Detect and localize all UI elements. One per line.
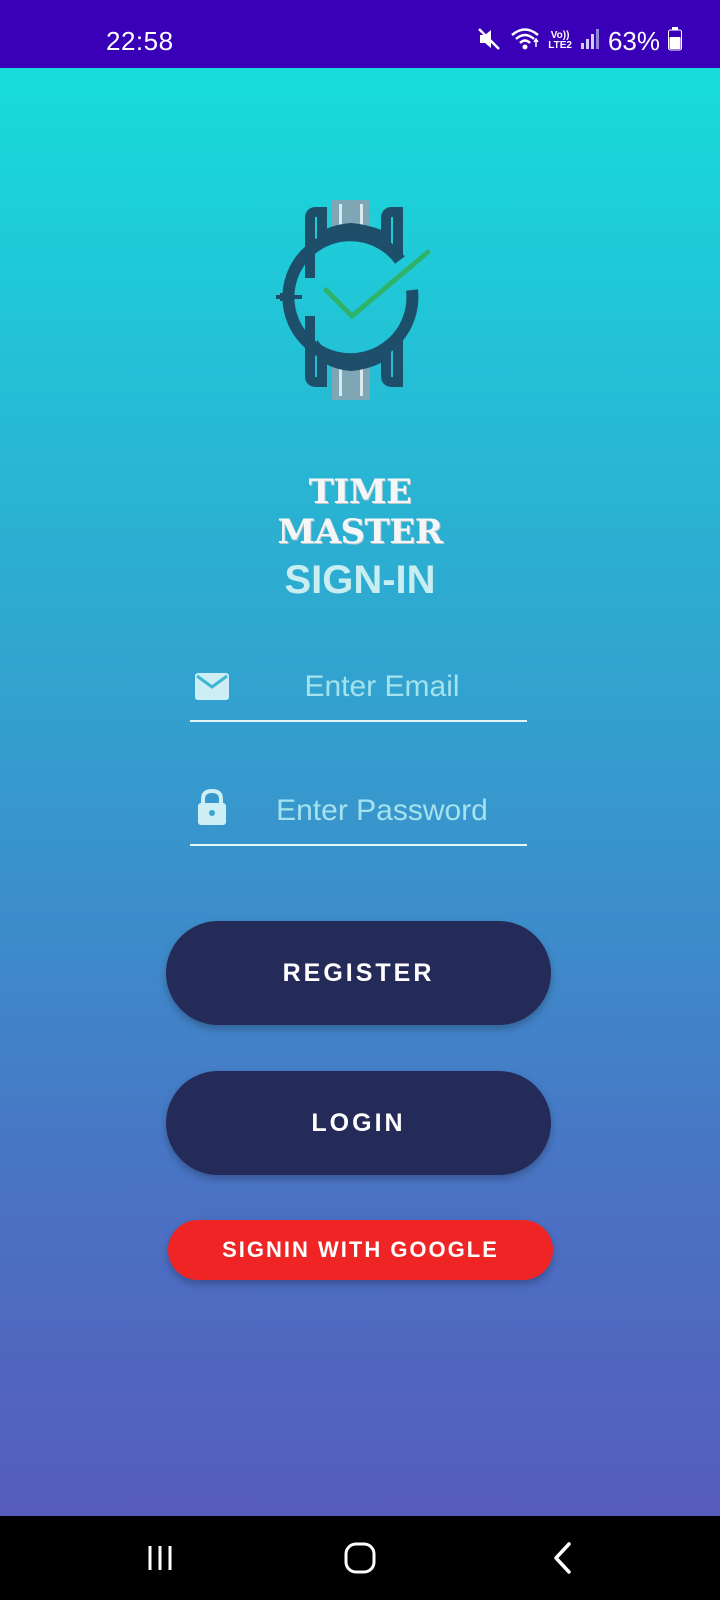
battery-percent: 63% — [607, 25, 660, 56]
email-field — [190, 650, 527, 722]
recent-apps-icon[interactable] — [138, 1536, 182, 1580]
status-icons: Vo)) LTE2 63% — [476, 26, 682, 56]
mute-icon — [476, 26, 502, 57]
login-button[interactable]: LOGIN — [166, 1071, 551, 1175]
password-input[interactable] — [240, 782, 524, 840]
wifi-icon — [510, 26, 540, 57]
status-time: 22:58 — [106, 26, 174, 56]
watch-logo-icon — [276, 200, 431, 400]
volte-icon: Vo)) LTE2 — [548, 31, 572, 51]
logo-text: TIME MASTER — [277, 472, 443, 552]
back-icon[interactable] — [540, 1536, 584, 1580]
home-icon[interactable] — [338, 1536, 382, 1580]
signin-screen: TIME MASTER SIGN-IN REGISTER — [0, 68, 720, 1516]
navigation-bar — [0, 1516, 720, 1600]
page-title: SIGN-IN — [284, 558, 436, 602]
battery-icon — [668, 26, 682, 56]
phone-screen: 22:58 Vo)) LTE2 63% TIME MASTER SIGN-IN … — [0, 0, 720, 1600]
email-icon — [194, 670, 230, 706]
lte-label: LTE2 — [548, 40, 572, 51]
register-button[interactable]: REGISTER — [166, 921, 551, 1025]
google-signin-button[interactable]: SIGNIN WITH GOOGLE — [168, 1220, 553, 1280]
email-input[interactable] — [240, 658, 524, 716]
lock-icon — [194, 788, 230, 825]
password-field — [190, 774, 527, 846]
app-logo: TIME MASTER — [240, 198, 480, 552]
signal-icon — [580, 27, 600, 56]
status-bar: 22:58 Vo)) LTE2 63% — [0, 0, 720, 68]
